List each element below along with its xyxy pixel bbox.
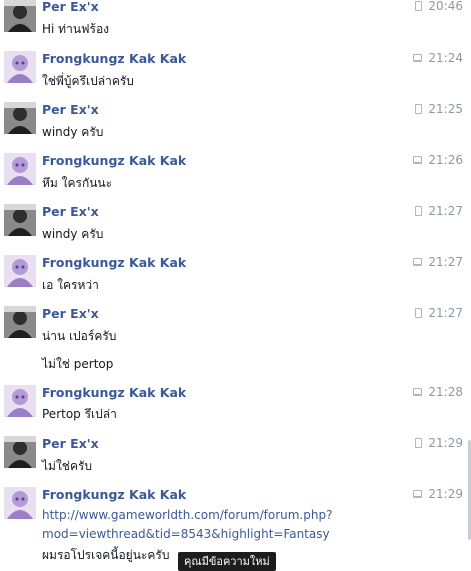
avatar[interactable] bbox=[4, 204, 36, 236]
sender-name[interactable]: Per Ex'x bbox=[42, 102, 99, 117]
avatar[interactable] bbox=[4, 487, 36, 519]
avatar[interactable] bbox=[4, 255, 36, 287]
timestamp: 21:29 bbox=[428, 487, 463, 501]
message-text: windy ครับ bbox=[42, 125, 104, 139]
avatar[interactable] bbox=[4, 436, 36, 468]
desktop-icon bbox=[413, 156, 423, 164]
message-time: 21:26 bbox=[413, 153, 463, 167]
message-text: เอ ใครหว่า bbox=[42, 278, 99, 292]
timestamp: 20:46 bbox=[428, 0, 463, 13]
avatar[interactable] bbox=[4, 153, 36, 185]
timestamp: 21:29 bbox=[428, 436, 463, 450]
message-text: หึม ใครกันนะ bbox=[42, 176, 113, 190]
message-time: 21:28 bbox=[413, 385, 463, 399]
timestamp: 21:27 bbox=[428, 255, 463, 269]
message-text: windy ครับ bbox=[42, 227, 104, 241]
sender-name[interactable]: Per Ex'x bbox=[42, 436, 99, 451]
mobile-icon bbox=[415, 438, 423, 448]
mobile-icon bbox=[415, 206, 423, 216]
message-text: ผมรอโปรเจคนี้อยู่นะครับ bbox=[42, 548, 170, 562]
avatar[interactable] bbox=[4, 0, 36, 32]
sender-name[interactable]: Per Ex'x bbox=[42, 0, 99, 14]
timestamp: 21:28 bbox=[428, 385, 463, 399]
message-text: Pertop รึเปล่า bbox=[42, 407, 117, 421]
message-time: 21:29 bbox=[413, 487, 463, 501]
avatar[interactable] bbox=[4, 102, 36, 134]
message-text: น่าน เปอร์ครับ bbox=[42, 329, 117, 343]
mobile-icon bbox=[415, 1, 423, 11]
message-time: 21:25 bbox=[415, 102, 463, 116]
sender-name[interactable]: Frongkungz Kak Kak bbox=[42, 51, 186, 66]
desktop-icon bbox=[413, 54, 423, 62]
avatar[interactable] bbox=[4, 306, 36, 338]
sender-name[interactable]: Per Ex'x bbox=[42, 306, 99, 321]
mobile-icon bbox=[415, 308, 423, 318]
message-time: 21:29 bbox=[415, 436, 463, 450]
timestamp: 21:24 bbox=[428, 51, 463, 65]
message-text: Hi ท่านฟร้อง bbox=[42, 22, 110, 36]
sender-name[interactable]: Frongkungz Kak Kak bbox=[42, 153, 186, 168]
sender-name[interactable]: Frongkungz Kak Kak bbox=[42, 487, 186, 502]
timestamp: 21:25 bbox=[428, 102, 463, 116]
message-time: 21:27 bbox=[415, 306, 463, 320]
timestamp: 21:26 bbox=[428, 153, 463, 167]
avatar[interactable] bbox=[4, 51, 36, 83]
chat-conversation: Per Ex'x 20:46 Hi ท่านฟร้อง Frongkungz K… bbox=[0, 0, 471, 571]
new-message-tooltip[interactable]: คุณมีข้อความใหม่ bbox=[178, 552, 276, 571]
message-link[interactable]: mod=viewthread&tid=8543&highlight=Fantas… bbox=[42, 527, 330, 541]
message-time: 21:27 bbox=[415, 204, 463, 218]
message-link[interactable]: http://www.gameworldth.com/forum/forum.p… bbox=[42, 508, 332, 522]
sender-name[interactable]: Frongkungz Kak Kak bbox=[42, 255, 186, 270]
mobile-icon bbox=[415, 104, 423, 114]
desktop-icon bbox=[413, 388, 423, 396]
message-time: 21:24 bbox=[413, 51, 463, 65]
avatar[interactable] bbox=[4, 385, 36, 417]
desktop-icon bbox=[413, 258, 423, 266]
sender-name[interactable]: Frongkungz Kak Kak bbox=[42, 385, 186, 400]
message-time: 21:27 bbox=[413, 255, 463, 269]
desktop-icon bbox=[413, 490, 423, 498]
timestamp: 21:27 bbox=[428, 204, 463, 218]
message-text: ใช่พี่บู้ครึเปล่าครับ bbox=[42, 74, 134, 88]
sender-name[interactable]: Per Ex'x bbox=[42, 204, 99, 219]
timestamp: 21:27 bbox=[428, 306, 463, 320]
message-time: 20:46 bbox=[415, 0, 463, 13]
message-text: ไม่ใช่ครับ bbox=[42, 459, 93, 473]
message-text: ไม่ใช่ pertop bbox=[42, 357, 114, 371]
